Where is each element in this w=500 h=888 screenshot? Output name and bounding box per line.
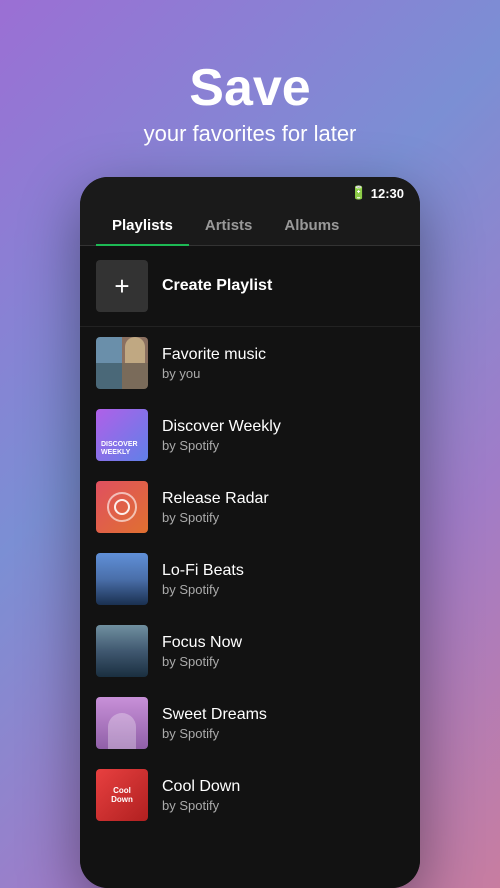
lofi-beats-info: Lo-Fi Beats by Spotify (162, 562, 404, 597)
sweet-dreams-info: Sweet Dreams by Spotify (162, 706, 404, 741)
cool-down-thumb: CoolDown (96, 769, 148, 821)
battery-icon: 🔋 (351, 185, 367, 201)
focus-now-name: Focus Now (162, 634, 404, 652)
sweet-dreams-thumb (96, 697, 148, 749)
favorite-music-name: Favorite music (162, 346, 404, 364)
status-bar: 🔋 12:30 (80, 177, 420, 205)
cool-down-name: Cool Down (162, 778, 404, 796)
sweet-dreams-author: by Spotify (162, 726, 404, 741)
lofi-beats-thumb (96, 553, 148, 605)
top-text-area: Save your favorites for later (144, 0, 357, 177)
lofi-beats-author: by Spotify (162, 582, 404, 597)
release-radar-author: by Spotify (162, 510, 404, 525)
cool-down-author: by Spotify (162, 798, 404, 813)
page-title: Save (144, 60, 357, 117)
focus-now-info: Focus Now by Spotify (162, 634, 404, 669)
favorite-music-author: by you (162, 366, 404, 381)
playlist-item-focus-now[interactable]: Focus Now by Spotify (80, 615, 420, 687)
sweet-dreams-name: Sweet Dreams (162, 706, 404, 724)
tab-artists[interactable]: Artists (189, 205, 269, 246)
playlist-item-release-radar[interactable]: Release Radar by Spotify (80, 471, 420, 543)
focus-now-thumb (96, 625, 148, 677)
tabs-bar: Playlists Artists Albums (80, 205, 420, 246)
cool-down-info: Cool Down by Spotify (162, 778, 404, 813)
status-time: 12:30 (371, 186, 404, 201)
create-playlist-label: Create Playlist (162, 277, 272, 295)
playlist-list: + Create Playlist Favorite music by you (80, 246, 420, 888)
playlist-item-sweet-dreams[interactable]: Sweet Dreams by Spotify (80, 687, 420, 759)
page-subtitle: your favorites for later (144, 121, 357, 147)
playlist-item-lofi-beats[interactable]: Lo-Fi Beats by Spotify (80, 543, 420, 615)
tab-playlists[interactable]: Playlists (96, 205, 189, 246)
lofi-beats-name: Lo-Fi Beats (162, 562, 404, 580)
focus-now-author: by Spotify (162, 654, 404, 669)
plus-icon: + (114, 273, 129, 299)
discover-weekly-author: by Spotify (162, 438, 404, 453)
playlist-item-favorite-music[interactable]: Favorite music by you (80, 327, 420, 399)
discover-weekly-name: Discover Weekly (162, 418, 404, 436)
create-playlist-item[interactable]: + Create Playlist (80, 246, 420, 327)
tab-albums[interactable]: Albums (268, 205, 355, 246)
discover-weekly-info: Discover Weekly by Spotify (162, 418, 404, 453)
release-radar-info: Release Radar by Spotify (162, 490, 404, 525)
release-radar-thumb (96, 481, 148, 533)
favorite-music-thumb (96, 337, 148, 389)
release-radar-name: Release Radar (162, 490, 404, 508)
discover-weekly-thumb: DiscoverWeekly (96, 409, 148, 461)
favorite-music-info: Favorite music by you (162, 346, 404, 381)
playlist-item-discover-weekly[interactable]: DiscoverWeekly Discover Weekly by Spotif… (80, 399, 420, 471)
phone-frame: 🔋 12:30 Playlists Artists Albums + Creat… (80, 177, 420, 888)
create-playlist-icon-box: + (96, 260, 148, 312)
playlist-item-cool-down[interactable]: CoolDown Cool Down by Spotify (80, 759, 420, 831)
